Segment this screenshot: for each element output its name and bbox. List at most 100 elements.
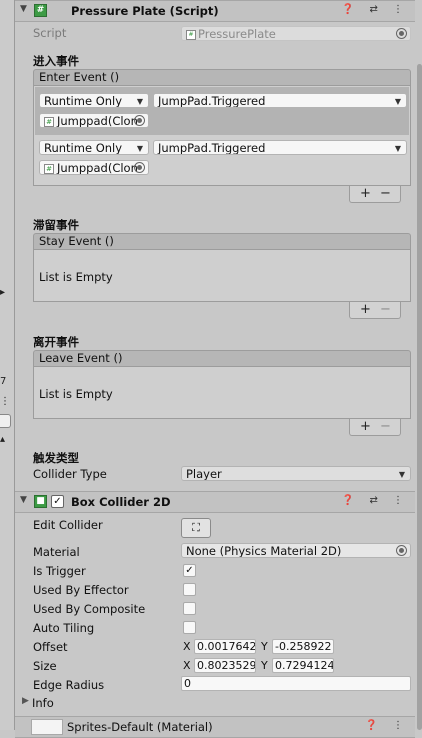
offset-y-input[interactable]: -0.258922 (272, 639, 334, 654)
runtime-mode-dropdown[interactable]: Runtime Only ▼ (39, 93, 149, 108)
target-value: Jumppad(Clon (57, 161, 138, 175)
material-field[interactable]: None (Physics Material 2D) (181, 543, 411, 558)
object-picker-icon[interactable] (396, 28, 407, 39)
chevron-down-icon: ▼ (394, 97, 401, 106)
size-x-input[interactable]: 0.8023529 (194, 658, 256, 673)
auto-tiling-label: Auto Tiling (33, 621, 95, 635)
function-value: JumpPad.Triggered (158, 94, 266, 108)
runtime-mode-dropdown[interactable]: Runtime Only ▼ (39, 140, 149, 155)
header-help-menu-icons[interactable]: ❓ ⋮ (365, 720, 409, 731)
script-file-icon: # (44, 163, 54, 174)
component-title: Box Collider 2D (71, 495, 171, 509)
foldout-arrow-icon[interactable]: ▼ (20, 495, 27, 505)
add-event-button[interactable]: + (360, 302, 371, 317)
empty-list-text: List is Empty (39, 387, 113, 401)
event-row[interactable]: Runtime Only ▼ JumpPad.Triggered ▼ # Jump… (35, 87, 409, 135)
component-title: Sprites-Default (Material) (67, 720, 213, 734)
remove-event-button: − (380, 419, 391, 434)
used-by-effector-label: Used By Effector (33, 583, 129, 597)
event-row[interactable]: Runtime Only ▼ JumpPad.Triggered ▼ # Jump… (35, 136, 409, 180)
header-help-settings-menu-icons[interactable]: ❓ ⇄ ⋮ (342, 4, 409, 15)
script-file-icon: # (186, 30, 196, 40)
collider-type-value: Player (186, 467, 222, 481)
script-field[interactable]: # PressurePlate (181, 26, 411, 41)
strip-up-arrow-icon[interactable]: ▴ (0, 434, 5, 445)
used-by-composite-checkbox[interactable] (183, 602, 196, 615)
script-icon: # (34, 4, 47, 17)
chevron-down-icon: ▼ (136, 97, 143, 106)
left-window-strip: ▸ 7 ⋮ ▴ (0, 0, 15, 730)
add-event-button[interactable]: + (360, 419, 371, 434)
stay-event-header: Stay Event () (33, 233, 411, 250)
info-foldout-arrow-icon[interactable]: ▶ (22, 696, 29, 706)
size-label: Size (33, 659, 57, 673)
material-label: Material (33, 545, 80, 559)
chevron-down-icon: ▼ (136, 144, 143, 153)
used-by-composite-label: Used By Composite (33, 602, 146, 616)
header-help-settings-menu-icons[interactable]: ❓ ⇄ ⋮ (342, 495, 409, 506)
empty-list-text: List is Empty (39, 270, 113, 284)
is-trigger-checkbox[interactable]: ✓ (183, 564, 196, 577)
leave-event-title: Leave Event () (39, 351, 123, 365)
size-x-label: X (183, 659, 191, 672)
leave-list-footer: + − (349, 419, 401, 436)
enter-section-label: 进入事件 (33, 54, 79, 68)
object-picker-icon[interactable] (134, 162, 145, 173)
target-object-field[interactable]: # Jumppad(Clon (39, 160, 149, 175)
remove-event-button[interactable]: − (380, 186, 391, 201)
offset-x-input[interactable]: 0.0017642 (194, 639, 256, 654)
script-label: Script (33, 26, 67, 40)
edit-collider-label: Edit Collider (33, 518, 103, 532)
add-event-button[interactable]: + (360, 186, 371, 201)
material-preview-icon (31, 719, 63, 735)
target-object-field[interactable]: # Jumppad(Clon (39, 113, 149, 128)
chevron-down-icon: ▼ (394, 144, 401, 153)
is-trigger-label: Is Trigger (33, 564, 86, 578)
strip-menu-icon[interactable]: ⋮ (0, 396, 10, 407)
offset-label: Offset (33, 640, 68, 654)
edge-radius-input[interactable]: 0 (181, 676, 411, 691)
material-component-header[interactable]: Sprites-Default (Material) ❓ ⋮ (15, 716, 415, 738)
stay-event-title: Stay Event () (39, 234, 114, 248)
pressure-plate-header[interactable]: ▼ # Pressure Plate (Script) ❓ ⇄ ⋮ (15, 0, 415, 22)
script-file-icon: # (44, 116, 54, 127)
edit-collider-icon: ⛶ (192, 521, 200, 534)
component-title: Pressure Plate (Script) (71, 4, 219, 18)
size-y-input[interactable]: 0.7294124 (272, 658, 334, 673)
scrollbar-thumb[interactable] (417, 64, 422, 730)
foldout-arrow-icon[interactable]: ▼ (20, 4, 27, 14)
stay-list-footer: + − (349, 302, 401, 319)
collapse-arrow-icon[interactable]: ▸ (0, 287, 5, 298)
edit-collider-button[interactable]: ⛶ (181, 518, 211, 538)
strip-number: 7 (0, 376, 7, 387)
stay-section-label: 滞留事件 (33, 218, 79, 232)
collider-type-label: Collider Type (33, 467, 107, 481)
material-value: None (Physics Material 2D) (186, 544, 342, 558)
target-value: Jumppad(Clon (57, 114, 138, 128)
runtime-mode-value: Runtime Only (44, 141, 123, 155)
offset-x-label: X (183, 640, 191, 653)
size-y-label: Y (261, 659, 268, 672)
enter-event-header: Enter Event () (33, 69, 411, 86)
function-dropdown[interactable]: JumpPad.Triggered ▼ (153, 140, 407, 155)
strip-field[interactable] (0, 414, 11, 428)
leave-event-list: List is Empty (33, 367, 411, 419)
trigger-section-label: 触发类型 (33, 451, 79, 465)
stay-event-list: List is Empty (33, 250, 411, 302)
script-value: PressurePlate (198, 27, 276, 41)
box-collider-icon: ■ (34, 495, 47, 508)
auto-tiling-checkbox[interactable] (183, 621, 196, 634)
box-collider-header[interactable]: ▼ ■ ✓ Box Collider 2D ❓ ⇄ ⋮ (15, 491, 415, 513)
object-picker-icon[interactable] (134, 115, 145, 126)
component-enabled-checkbox[interactable]: ✓ (51, 495, 64, 508)
vertical-scrollbar[interactable] (416, 0, 422, 730)
inspector-panel: ▼ # Pressure Plate (Script) ❓ ⇄ ⋮ Script… (15, 0, 422, 738)
collider-type-dropdown[interactable]: Player ▼ (181, 466, 411, 481)
leave-section-label: 离开事件 (33, 335, 79, 349)
function-dropdown[interactable]: JumpPad.Triggered ▼ (153, 93, 407, 108)
info-foldout-label[interactable]: Info (32, 696, 54, 710)
offset-y-label: Y (261, 640, 268, 653)
used-by-effector-checkbox[interactable] (183, 583, 196, 596)
object-picker-icon[interactable] (396, 545, 407, 556)
enter-event-title: Enter Event () (39, 70, 120, 84)
